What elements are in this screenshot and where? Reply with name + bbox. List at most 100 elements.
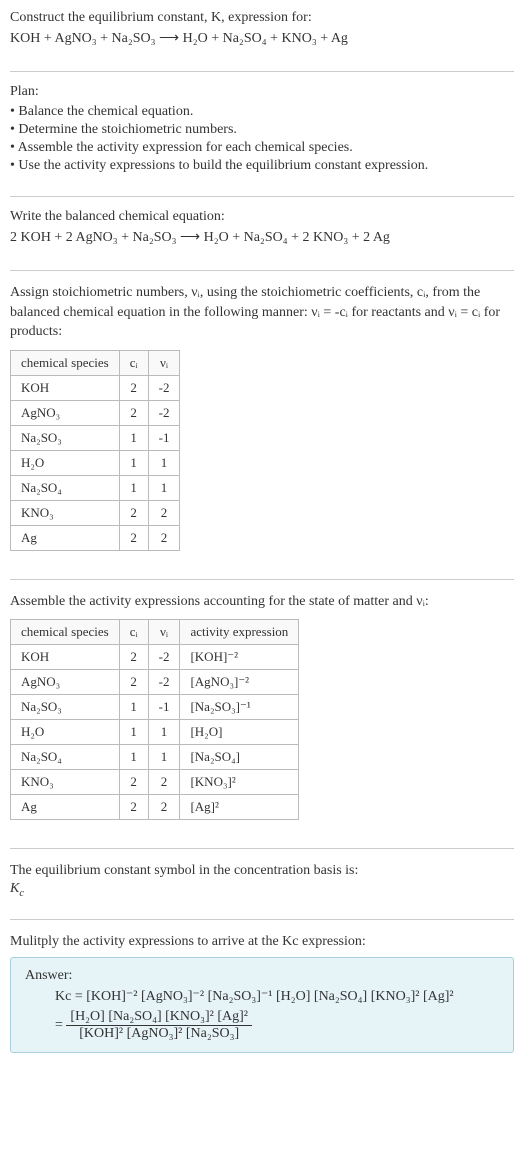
table-cell: 2 [119, 375, 148, 400]
table-cell: 1 [119, 450, 148, 475]
table-cell: [Na₂SO₄] [180, 745, 299, 770]
divider [10, 579, 514, 580]
kc-symbol: Kc [10, 881, 514, 899]
table-cell: 2 [119, 400, 148, 425]
table-cell: [Ag]² [180, 795, 299, 820]
table-cell: KNO₃ [11, 500, 120, 525]
table-cell: -2 [148, 400, 180, 425]
table-cell: 2 [119, 670, 148, 695]
fraction: [H₂O] [Na₂SO₄] [KNO₃]² [Ag]² [KOH]² [AgN… [66, 1009, 252, 1042]
table-cell: KOH [11, 375, 120, 400]
equals: = [55, 1018, 63, 1033]
divider [10, 919, 514, 920]
plan-item: • Use the activity expressions to build … [10, 158, 514, 174]
table-cell: [AgNO₃]⁻² [180, 670, 299, 695]
table-row: H₂O11 [11, 450, 180, 475]
plan-item: • Balance the chemical equation. [10, 104, 514, 120]
activity-table: chemical species cᵢ νᵢ activity expressi… [10, 619, 299, 820]
table-cell: Na₂SO₄ [11, 745, 120, 770]
divider [10, 196, 514, 197]
answer-line1: Kc = [KOH]⁻² [AgNO₃]⁻² [Na₂SO₃]⁻¹ [H₂O] … [55, 988, 499, 1005]
plan-label: Plan: [10, 84, 514, 100]
table-row: Na₂SO₃1-1[Na₂SO₃]⁻¹ [11, 695, 299, 720]
table-row: KNO₃22 [11, 500, 180, 525]
table-cell: 2 [119, 795, 148, 820]
table-header: νᵢ [148, 350, 180, 375]
table-cell: -2 [148, 670, 180, 695]
table-cell: 1 [148, 745, 180, 770]
table-cell: 1 [148, 720, 180, 745]
symbol-text: The equilibrium constant symbol in the c… [10, 861, 514, 881]
table-row: Na₂SO₄11 [11, 475, 180, 500]
table-header: cᵢ [119, 620, 148, 645]
table-cell: 1 [119, 745, 148, 770]
table-cell: Na₂SO₃ [11, 695, 120, 720]
answer-label: Answer: [25, 968, 499, 984]
table-header: chemical species [11, 350, 120, 375]
table-row: KOH2-2[KOH]⁻² [11, 645, 299, 670]
table-cell: 1 [119, 425, 148, 450]
table-cell: -1 [148, 425, 180, 450]
table-cell: [H₂O] [180, 720, 299, 745]
table-cell: Ag [11, 525, 120, 550]
stoichiometric-table: chemical species cᵢ νᵢ KOH2-2AgNO₃2-2Na₂… [10, 350, 180, 551]
table-cell: -2 [148, 645, 180, 670]
answer-box: Answer: Kc = [KOH]⁻² [AgNO₃]⁻² [Na₂SO₃]⁻… [10, 957, 514, 1053]
table-cell: 2 [119, 525, 148, 550]
table-row: Ag22[Ag]² [11, 795, 299, 820]
table-cell: KNO₃ [11, 770, 120, 795]
c-subscript: c [19, 888, 24, 899]
table-cell: H₂O [11, 450, 120, 475]
table-row: AgNO₃2-2 [11, 400, 180, 425]
divider [10, 848, 514, 849]
plan-item: • Determine the stoichiometric numbers. [10, 122, 514, 138]
table-cell: 2 [119, 500, 148, 525]
table-cell: 1 [148, 450, 180, 475]
table-cell: KOH [11, 645, 120, 670]
plan-item: • Assemble the activity expression for e… [10, 140, 514, 156]
table-cell: H₂O [11, 720, 120, 745]
table-cell: 2 [148, 795, 180, 820]
table-row: Na₂SO₃1-1 [11, 425, 180, 450]
table-cell: AgNO₃ [11, 670, 120, 695]
balanced-equation: 2 KOH + 2 AgNO₃ + Na₂SO₃ ⟶ H₂O + Na₂SO₄ … [10, 229, 514, 246]
multiply-text: Mulitply the activity expressions to arr… [10, 932, 514, 952]
divider [10, 270, 514, 271]
table-cell: -1 [148, 695, 180, 720]
answer-expression: Kc = [KOH]⁻² [AgNO₃]⁻² [Na₂SO₃]⁻¹ [H₂O] … [25, 988, 499, 1042]
table-cell: -2 [148, 375, 180, 400]
balanced-label: Write the balanced chemical equation: [10, 209, 514, 225]
table-header-row: chemical species cᵢ νᵢ activity expressi… [11, 620, 299, 645]
table-cell: 1 [119, 475, 148, 500]
table-header: νᵢ [148, 620, 180, 645]
table-cell: AgNO₃ [11, 400, 120, 425]
table-cell: [KOH]⁻² [180, 645, 299, 670]
table-cell: 2 [148, 525, 180, 550]
table-cell: Ag [11, 795, 120, 820]
table-cell: 2 [119, 645, 148, 670]
answer-fraction-line: = [H₂O] [Na₂SO₄] [KNO₃]² [Ag]² [KOH]² [A… [55, 1009, 499, 1042]
table-row: KNO₃22[KNO₃]² [11, 770, 299, 795]
table-cell: 1 [148, 475, 180, 500]
table-header-row: chemical species cᵢ νᵢ [11, 350, 180, 375]
table-cell: Na₂SO₃ [11, 425, 120, 450]
table-cell: [Na₂SO₃]⁻¹ [180, 695, 299, 720]
table-row: Na₂SO₄11[Na₂SO₄] [11, 745, 299, 770]
divider [10, 71, 514, 72]
table-cell: [KNO₃]² [180, 770, 299, 795]
table-row: Ag22 [11, 525, 180, 550]
table-cell: 2 [148, 500, 180, 525]
main-equation: KOH + AgNO₃ + Na₂SO₃ ⟶ H₂O + Na₂SO₄ + KN… [10, 30, 514, 47]
denominator: [KOH]² [AgNO₃]² [Na₂SO₃] [66, 1026, 252, 1042]
assign-text: Assign stoichiometric numbers, νᵢ, using… [10, 283, 514, 342]
table-cell: 1 [119, 695, 148, 720]
table-cell: 2 [148, 770, 180, 795]
table-cell: Na₂SO₄ [11, 475, 120, 500]
numerator: [H₂O] [Na₂SO₄] [KNO₃]² [Ag]² [66, 1009, 252, 1026]
assemble-text: Assemble the activity expressions accoun… [10, 592, 514, 612]
title: Construct the equilibrium constant, K, e… [10, 10, 514, 26]
table-cell: 2 [119, 770, 148, 795]
k-italic: K [10, 881, 19, 896]
table-header: cᵢ [119, 350, 148, 375]
table-header: chemical species [11, 620, 120, 645]
